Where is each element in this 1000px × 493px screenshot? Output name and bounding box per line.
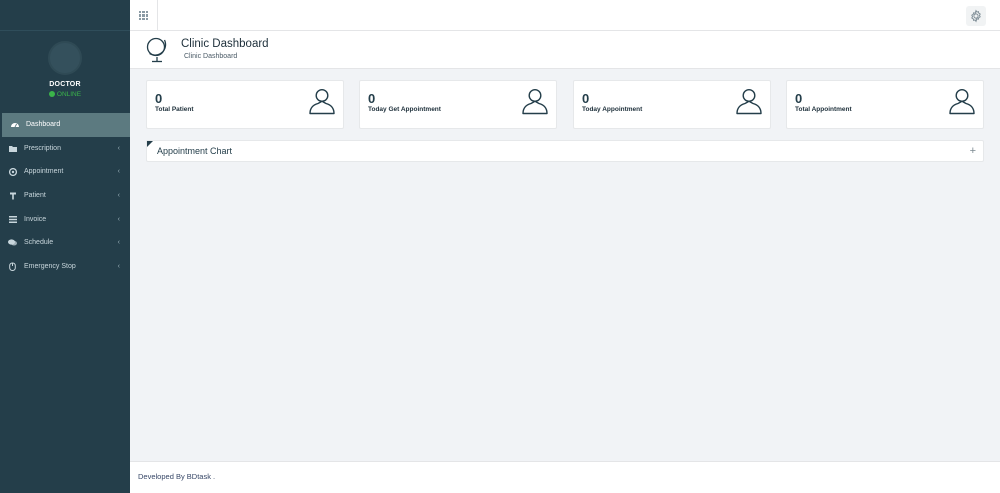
breadcrumb: Clinic Dashboard [184,53,238,60]
sidebar-item-patient[interactable]: Patient ‹ [0,184,130,208]
stat-card-total-patient: 0 Total Patient [146,80,344,129]
sidebar-item-emergency-stop[interactable]: Emergency Stop ‹ [0,255,130,279]
sidebar: DOCTOR ONLINE Dashboard Prescription ‹ A… [0,0,130,493]
sidebar-item-dashboard[interactable]: Dashboard [2,113,130,137]
pointer-icon [8,262,17,271]
footer-credit: Developed By BDtask . [138,472,216,481]
page-header: Clinic Dashboard Clinic Dashboard [130,31,1000,69]
stat-count: 0 [155,91,163,106]
stat-card-today-appointment: 0 Today Appointment [573,80,771,129]
stat-count: 0 [795,91,803,106]
online-dot-icon [48,91,55,97]
sidebar-item-invoice[interactable]: Invoice ‹ [0,207,130,231]
sidebar-item-label: Prescription [24,144,61,152]
chat-icon [8,239,17,247]
stat-label: Today Appointment [582,106,643,113]
panel-title: Appointment Chart [157,146,233,156]
chevron-left-icon: ‹ [117,215,120,223]
stat-card-today-get-appointment: 0 Today Get Appointment [359,80,557,129]
sidebar-item-label: Invoice [24,215,47,223]
sidebar-item-label: Appointment [24,168,64,176]
chevron-left-icon: ‹ [117,144,120,152]
sidebar-item-prescription[interactable]: Prescription ‹ [0,137,130,161]
user-icon [309,88,335,115]
user-role: DOCTOR [49,81,81,88]
sidebar-toggle-button[interactable] [130,0,158,31]
user-icon [736,88,762,115]
wheelchair-icon [8,192,17,200]
support-icon [8,167,17,176]
user-icon [522,88,548,115]
sidebar-menu: Dashboard Prescription ‹ Appointment ‹ P… [0,113,130,278]
user-status: ONLINE [0,91,130,98]
stat-card-total-appointment: 0 Total Appointment [786,80,984,129]
user-panel: DOCTOR ONLINE [0,31,130,113]
sidebar-item-label: Emergency Stop [24,262,76,270]
topbar [130,0,1000,31]
footer: Developed By BDtask . [130,461,1000,493]
folder-icon [8,144,17,152]
stat-label: Total Appointment [795,106,852,113]
user-icon [949,88,975,115]
page-title: Clinic Dashboard [181,38,269,50]
stat-label: Total Patient [155,106,194,113]
sidebar-logo-area [0,0,130,31]
stat-count: 0 [368,91,376,106]
sidebar-item-label: Dashboard [26,121,61,129]
panel-expand-button[interactable]: + [970,144,976,158]
chevron-left-icon: ‹ [117,168,120,176]
sidebar-item-schedule[interactable]: Schedule ‹ [0,231,130,255]
list-icon [8,215,17,223]
settings-button[interactable] [966,6,986,26]
chevron-left-icon: ‹ [117,192,120,200]
chevron-left-icon: ‹ [117,262,120,270]
user-status-label: ONLINE [56,91,82,98]
avatar[interactable] [48,41,82,75]
sidebar-item-label: Patient [24,192,46,200]
grid-icon [138,10,149,21]
panel-corner-marker [147,141,153,147]
dashboard-icon [10,121,19,129]
sidebar-item-label: Schedule [24,239,54,247]
gear-icon [971,9,981,23]
sidebar-item-appointment[interactable]: Appointment ‹ [0,160,130,184]
appointment-chart-panel: Appointment Chart + [146,140,984,162]
stat-count: 0 [582,91,590,106]
chevron-left-icon: ‹ [117,239,120,247]
stat-label: Today Get Appointment [368,106,441,113]
globe-icon [146,37,167,63]
